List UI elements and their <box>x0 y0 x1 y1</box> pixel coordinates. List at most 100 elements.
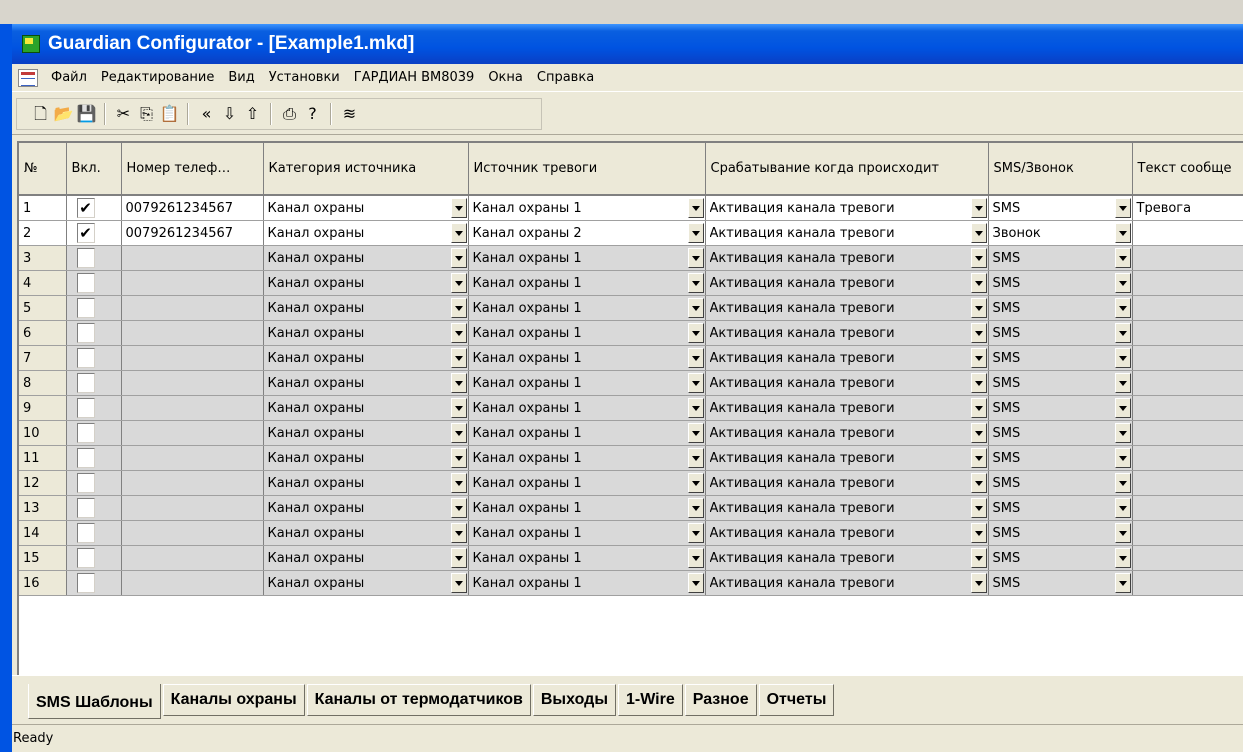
enabled-cell[interactable]: ✔ <box>66 195 122 221</box>
dropdown-button[interactable] <box>450 248 467 268</box>
dropdown-button[interactable] <box>450 498 467 518</box>
dropdown-button[interactable] <box>1114 198 1131 218</box>
column-header[interactable]: Текст сообще <box>1132 143 1243 196</box>
phone-cell[interactable] <box>121 245 264 271</box>
source-select[interactable]: Канал охраны 1 <box>468 470 706 496</box>
column-header[interactable]: Категория источника <box>263 143 469 196</box>
category-select[interactable]: Канал охраны <box>263 345 469 371</box>
dropdown-button[interactable] <box>450 423 467 443</box>
source-select[interactable]: Канал охраны 1 <box>468 295 706 321</box>
message-text-cell[interactable] <box>1132 270 1243 296</box>
download-button[interactable]: ⇩ <box>218 102 241 126</box>
enabled-checkbox[interactable] <box>76 423 95 443</box>
dropdown-button[interactable] <box>970 323 987 343</box>
dropdown-button[interactable] <box>1114 448 1131 468</box>
menu-item[interactable]: Редактирование <box>94 68 221 87</box>
phone-cell[interactable] <box>121 370 264 396</box>
enabled-cell[interactable] <box>66 345 122 371</box>
table-row[interactable]: 12 Канал охраны Канал охраны 1 Активация ка… <box>19 470 1243 496</box>
dropdown-button[interactable] <box>970 398 987 418</box>
trigger-select[interactable]: Активация канала тревоги <box>705 470 989 496</box>
column-header[interactable]: Вкл. <box>66 143 122 196</box>
dropdown-button[interactable] <box>970 523 987 543</box>
dropdown-button[interactable] <box>1114 273 1131 293</box>
table-row[interactable]: 11 Канал охраны Канал охраны 1 Активация ка… <box>19 445 1243 471</box>
enabled-cell[interactable] <box>66 545 122 571</box>
menu-item[interactable]: Справка <box>530 68 601 87</box>
category-select[interactable]: Канал охраны <box>263 570 469 596</box>
dropdown-button[interactable] <box>450 448 467 468</box>
mode-select[interactable]: SMS <box>988 545 1133 571</box>
message-text-cell[interactable] <box>1132 545 1243 571</box>
phone-cell[interactable] <box>121 270 264 296</box>
cut-button[interactable]: ✂ <box>112 102 135 126</box>
dropdown-button[interactable] <box>450 523 467 543</box>
source-select[interactable]: Канал охраны 1 <box>468 270 706 296</box>
dropdown-button[interactable] <box>687 348 704 368</box>
phone-cell[interactable] <box>121 520 264 546</box>
print-button[interactable]: ⎙ <box>278 102 301 126</box>
message-text-cell[interactable] <box>1132 520 1243 546</box>
phone-cell[interactable] <box>121 570 264 596</box>
dropdown-button[interactable] <box>687 523 704 543</box>
category-select[interactable]: Канал охраны <box>263 245 469 271</box>
table-row[interactable]: 2 ✔ 0079261234567 Канал охраны Канал охраны … <box>19 220 1243 246</box>
table-row[interactable]: 9 Канал охраны Канал охраны 1 Активация кан… <box>19 395 1243 421</box>
menu-item[interactable]: Установки <box>262 68 347 87</box>
menu-item[interactable]: Файл <box>44 68 94 87</box>
dropdown-button[interactable] <box>450 573 467 593</box>
column-header[interactable]: № <box>19 143 67 196</box>
dropdown-button[interactable] <box>1114 423 1131 443</box>
trigger-select[interactable]: Активация канала тревоги <box>705 320 989 346</box>
enabled-cell[interactable]: ✔ <box>66 220 122 246</box>
dropdown-button[interactable] <box>450 473 467 493</box>
message-text-cell[interactable] <box>1132 245 1243 271</box>
category-select[interactable]: Канал охраны <box>263 220 469 246</box>
dropdown-button[interactable] <box>1114 523 1131 543</box>
phone-cell[interactable] <box>121 320 264 346</box>
dropdown-button[interactable] <box>970 273 987 293</box>
trigger-select[interactable]: Активация канала тревоги <box>705 245 989 271</box>
table-row[interactable]: 14 Канал охраны Канал охраны 1 Активация ка… <box>19 520 1243 546</box>
mode-select[interactable]: Звонок <box>988 220 1133 246</box>
mode-select[interactable]: SMS <box>988 195 1133 221</box>
message-text-cell[interactable] <box>1132 320 1243 346</box>
dropdown-button[interactable] <box>687 423 704 443</box>
table-row[interactable]: 15 Канал охраны Канал охраны 1 Активация ка… <box>19 545 1243 571</box>
phone-cell[interactable] <box>121 295 264 321</box>
enabled-checkbox[interactable]: ✔ <box>76 223 95 243</box>
dropdown-button[interactable] <box>970 423 987 443</box>
source-select[interactable]: Канал охраны 1 <box>468 545 706 571</box>
dropdown-button[interactable] <box>1114 473 1131 493</box>
dropdown-button[interactable] <box>970 573 987 593</box>
dropdown-button[interactable] <box>450 298 467 318</box>
source-select[interactable]: Канал охраны 1 <box>468 495 706 521</box>
mode-select[interactable]: SMS <box>988 295 1133 321</box>
source-select[interactable]: Канал охраны 1 <box>468 520 706 546</box>
category-select[interactable]: Канал охраны <box>263 495 469 521</box>
trigger-select[interactable]: Активация канала тревоги <box>705 495 989 521</box>
trigger-select[interactable]: Активация канала тревоги <box>705 295 989 321</box>
dropdown-button[interactable] <box>1114 348 1131 368</box>
mode-select[interactable]: SMS <box>988 520 1133 546</box>
dropdown-button[interactable] <box>450 198 467 218</box>
document-icon[interactable] <box>18 68 38 87</box>
enabled-checkbox[interactable] <box>76 348 95 368</box>
message-text-cell[interactable]: Тревога <box>1132 195 1243 221</box>
save-button[interactable]: 💾 <box>75 102 98 126</box>
enabled-checkbox[interactable] <box>76 273 95 293</box>
dropdown-button[interactable] <box>687 448 704 468</box>
dropdown-button[interactable] <box>1114 298 1131 318</box>
category-select[interactable]: Канал охраны <box>263 445 469 471</box>
mode-select[interactable]: SMS <box>988 245 1133 271</box>
config-button[interactable]: ≋ <box>338 102 361 126</box>
message-text-cell[interactable] <box>1132 570 1243 596</box>
category-select[interactable]: Канал охраны <box>263 370 469 396</box>
column-header[interactable]: SMS/Звонок <box>988 143 1133 196</box>
enabled-checkbox[interactable] <box>76 473 95 493</box>
enabled-cell[interactable] <box>66 370 122 396</box>
copy-button[interactable]: ⎘ <box>135 102 158 126</box>
enabled-cell[interactable] <box>66 520 122 546</box>
source-select[interactable]: Канал охраны 1 <box>468 320 706 346</box>
tab[interactable]: Каналы охраны <box>162 684 305 716</box>
